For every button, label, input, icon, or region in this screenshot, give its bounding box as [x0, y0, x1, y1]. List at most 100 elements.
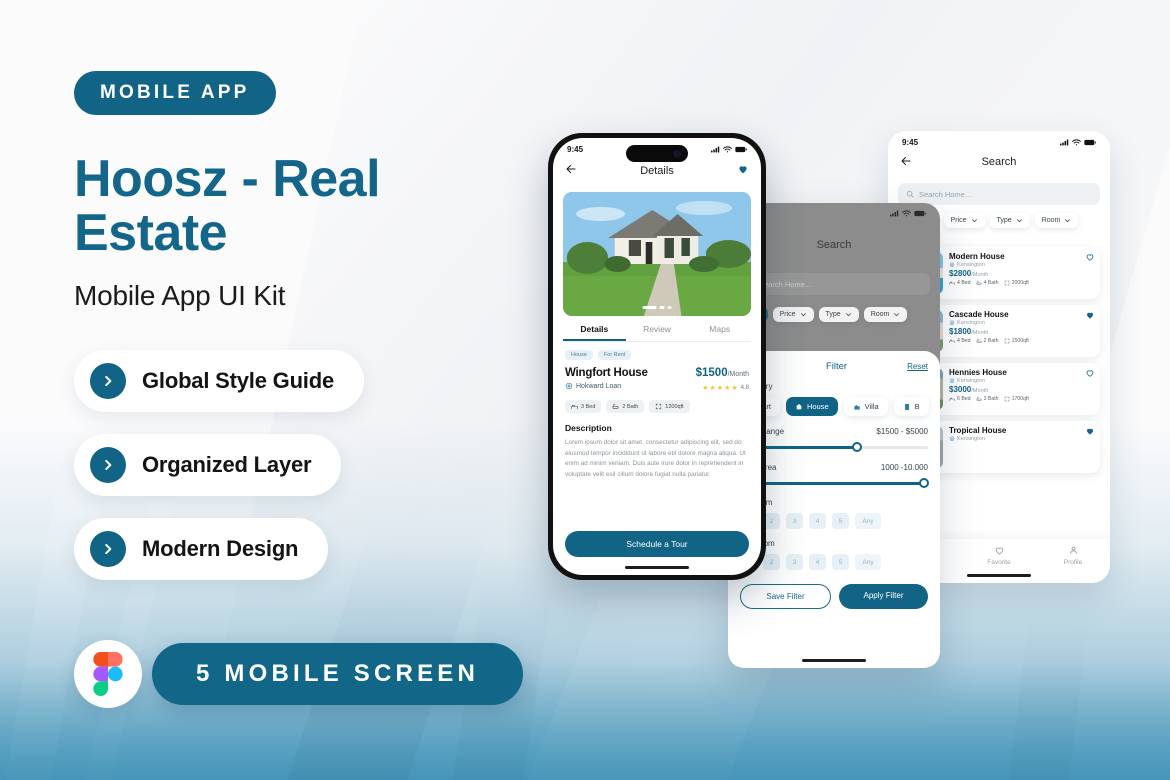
listing-specs: 6 Bed 3 Bath 1700qft: [949, 396, 1079, 402]
location-pin-icon: [565, 382, 573, 390]
battery-icon: [914, 210, 926, 217]
back-arrow-icon[interactable]: [900, 155, 912, 169]
bed-icon: [949, 281, 955, 285]
filter-sheet-title: Filter: [825, 361, 848, 372]
rating-value: 4.8: [740, 385, 749, 391]
location-pin-icon: [949, 320, 955, 325]
area-icon: [1004, 280, 1009, 286]
category-label: Category: [740, 382, 928, 391]
spec-area: 1500qft: [1004, 338, 1029, 344]
bedroom-option-any[interactable]: Any: [855, 513, 881, 529]
property-photo[interactable]: [563, 192, 751, 316]
type-dropdown[interactable]: Type: [818, 307, 859, 322]
status-icons: [711, 146, 747, 153]
price-dropdown[interactable]: Price: [772, 307, 814, 322]
search-input[interactable]: Search Home...: [898, 183, 1100, 205]
chevron-down-icon: [971, 219, 977, 223]
tab-profile-label: Profile: [1063, 559, 1083, 566]
details-device: 9:45 Details Details Review Maps House F…: [548, 133, 766, 580]
bedroom-option-5[interactable]: 5: [832, 513, 849, 529]
category-villa[interactable]: Villa: [843, 397, 888, 416]
tab-favorite[interactable]: Favorite: [962, 545, 1036, 583]
save-filter-button[interactable]: Save Filter: [740, 584, 831, 609]
filter-search-placeholder: Search Home...: [759, 279, 812, 289]
bathroom-option-any[interactable]: Any: [855, 554, 881, 570]
category-house-label: House: [806, 402, 829, 411]
category-building-label: B: [914, 402, 920, 411]
bathroom-option-4[interactable]: 4: [809, 554, 826, 570]
details-title: Details: [640, 165, 674, 177]
bedroom-option-3[interactable]: 3: [786, 513, 803, 529]
schedule-tour-button[interactable]: Schedule a Tour: [565, 531, 749, 557]
category-house[interactable]: House: [785, 397, 838, 416]
tab-details[interactable]: Details: [563, 324, 626, 341]
room-dropdown[interactable]: Room: [1034, 213, 1079, 228]
spec-bath: 3 Bath: [976, 396, 999, 402]
type-dropdown[interactable]: Type: [989, 213, 1030, 228]
carousel-dots[interactable]: [642, 306, 672, 309]
property-specs: 3 Bed 2 Bath 1200qft: [565, 400, 749, 413]
listing-location: Kensington: [949, 262, 1079, 268]
tab-profile[interactable]: Profile: [1036, 545, 1110, 583]
category-villa-label: Villa: [864, 402, 879, 411]
star-icon: ★: [709, 385, 716, 392]
filter-search-input[interactable]: Search Home...: [738, 273, 930, 295]
bathroom-option-5[interactable]: 5: [832, 554, 849, 570]
slider-knob-max[interactable]: [851, 442, 862, 452]
listing-location: Kensington: [949, 436, 1079, 442]
tab-maps[interactable]: Maps: [688, 324, 751, 341]
carousel-dot[interactable]: [659, 306, 665, 309]
back-arrow-icon[interactable]: [565, 162, 577, 180]
search-title: Search: [981, 156, 1017, 168]
build-area-row: Build Area 1000 -10.000: [740, 463, 928, 472]
bed-icon: [949, 397, 955, 401]
filter-sheet-actions: Save Filter Apply Filter: [740, 584, 928, 609]
slider-knob-max[interactable]: [919, 478, 929, 488]
heart-filled-icon: [1086, 312, 1094, 319]
wifi-icon: [902, 210, 911, 217]
bedroom-option-4[interactable]: 4: [809, 513, 826, 529]
spec-bed: 4 Bed: [949, 280, 971, 286]
favorite-toggle[interactable]: [1085, 310, 1095, 352]
favorite-toggle[interactable]: [1085, 368, 1095, 410]
carousel-dot-active[interactable]: [642, 306, 657, 309]
favorite-toggle[interactable]: [737, 162, 749, 180]
price-dropdown[interactable]: Price: [943, 213, 985, 228]
price-range-slider[interactable]: [739, 442, 928, 452]
spec-bath: 2 Bath: [606, 400, 645, 413]
chevron-down-icon: [845, 313, 851, 317]
location-pin-icon: [949, 262, 955, 267]
type-dropdown-label: Type: [825, 311, 841, 318]
house-icon: [795, 403, 802, 409]
property-price-unit: /Month: [727, 371, 749, 378]
status-time: 9:45: [902, 138, 919, 147]
bath-icon: [612, 403, 619, 409]
favorite-toggle[interactable]: [1085, 426, 1095, 468]
spec-area: 1700qft: [1004, 396, 1029, 402]
build-area-slider[interactable]: [740, 478, 929, 488]
wifi-icon: [1072, 139, 1081, 146]
listing-price-unit: /Month: [971, 272, 989, 278]
area-icon: [656, 403, 662, 410]
room-dropdown[interactable]: Room: [863, 307, 908, 322]
tab-review[interactable]: Review: [626, 324, 689, 341]
reset-button[interactable]: Reset: [907, 362, 928, 371]
bathroom-option-2[interactable]: 2: [763, 554, 780, 570]
carousel-dot[interactable]: [667, 306, 672, 309]
star-icon: ★: [731, 385, 738, 392]
listing-price-unit: /Month: [971, 330, 989, 336]
favorite-toggle[interactable]: [1085, 252, 1095, 294]
slider-fill: [740, 482, 928, 485]
person-icon: [1069, 546, 1077, 554]
listing-price: $3000/Month: [949, 385, 1079, 394]
apply-filter-button[interactable]: Apply Filter: [839, 584, 928, 609]
price-range-value: $1500 - $5000: [876, 427, 928, 436]
phone-mockups: 9:45 Search Search Home... Filter: [0, 0, 1170, 780]
heart-filled-icon: [739, 166, 747, 174]
bath-icon: [976, 280, 982, 285]
category-building[interactable]: B: [893, 397, 929, 416]
property-photo-illustration: [563, 192, 751, 316]
bathroom-option-3[interactable]: 3: [786, 554, 803, 570]
spec-bed: 4 Bed: [949, 338, 971, 344]
battery-icon: [735, 146, 747, 153]
